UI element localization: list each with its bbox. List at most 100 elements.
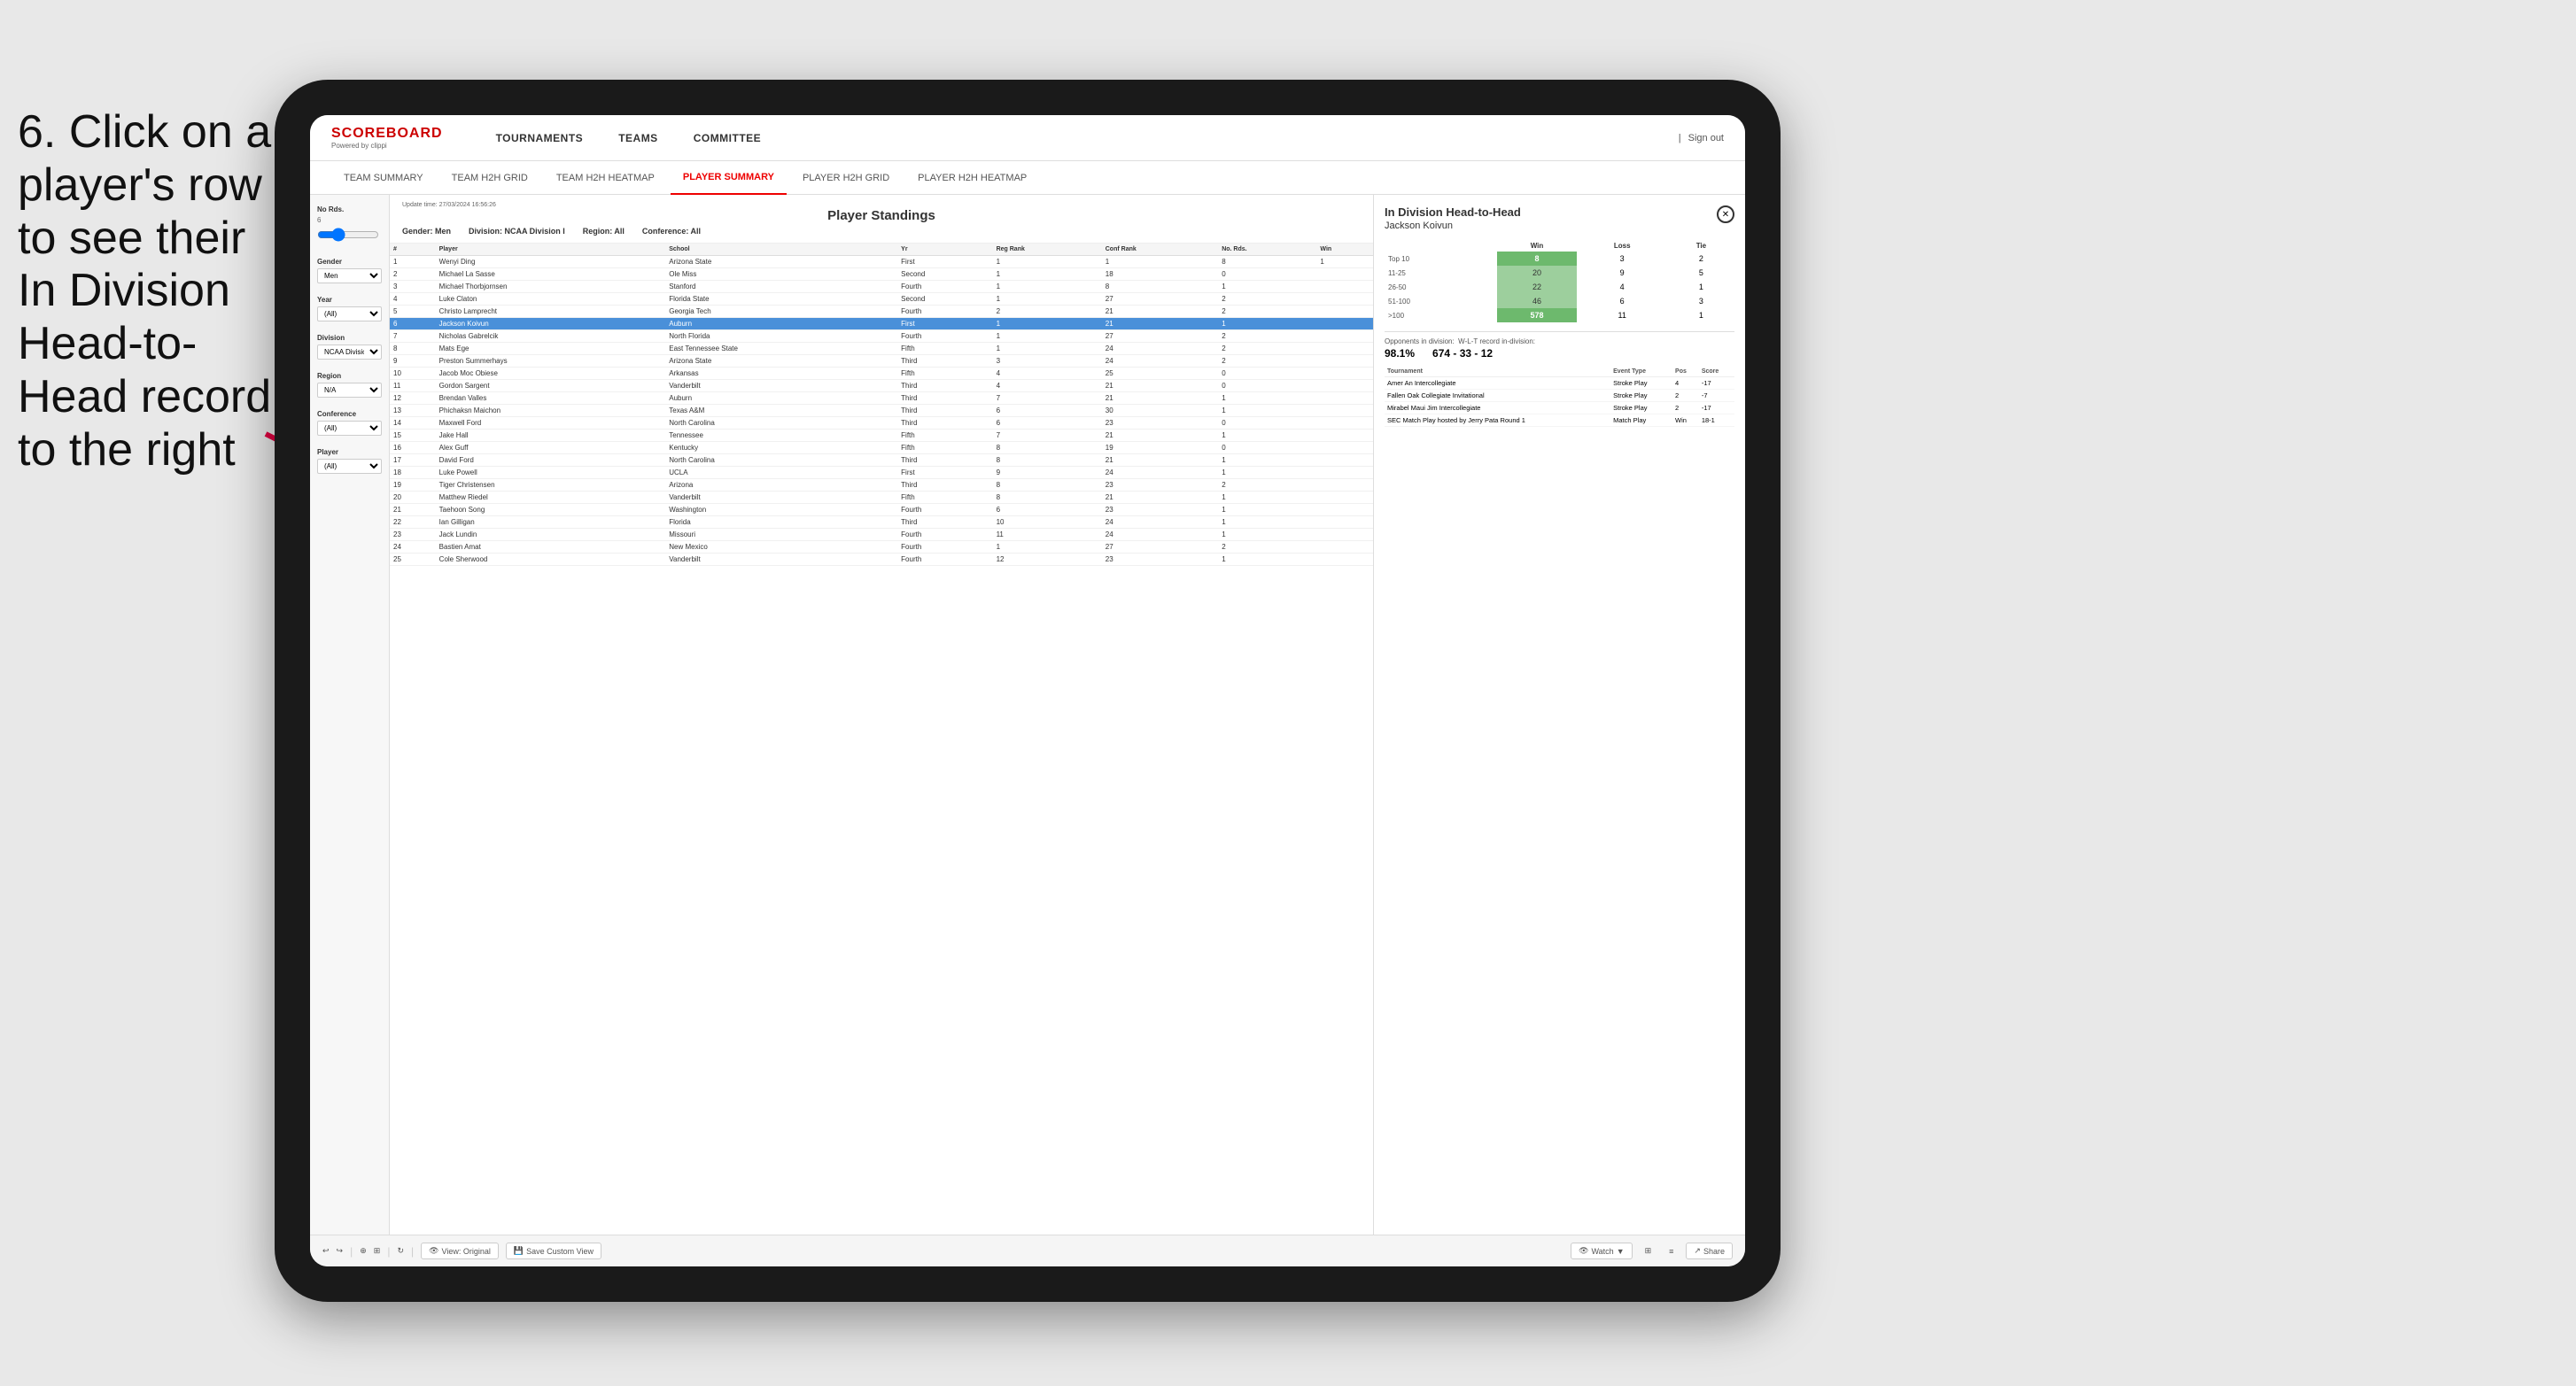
table-row[interactable]: 11 Gordon Sargent Vanderbilt Third 4 21 … [390, 380, 1373, 392]
watch-label: Watch [1592, 1247, 1614, 1256]
table-row[interactable]: 19 Tiger Christensen Arizona Third 8 23 … [390, 479, 1373, 492]
sign-out-link[interactable]: Sign out [1688, 133, 1724, 143]
share-btn[interactable]: ↗ Share [1686, 1243, 1733, 1259]
cell-school: New Mexico [665, 541, 897, 554]
tournament-row[interactable]: Fallen Oak Collegiate Invitational Strok… [1385, 390, 1734, 402]
table-row[interactable]: 25 Cole Sherwood Vanderbilt Fourth 12 23… [390, 554, 1373, 566]
table-row[interactable]: 9 Preston Summerhays Arizona State Third… [390, 355, 1373, 368]
refresh-icon[interactable]: ↻ [397, 1246, 404, 1256]
tablet-screen: SCOREBOARD Powered by clippi TOURNAMENTS… [310, 115, 1745, 1266]
h2h-loss-11-25: 9 [1577, 266, 1668, 280]
cell-reg: 1 [993, 318, 1102, 330]
cell-yr: Fifth [897, 442, 992, 454]
tournament-row[interactable]: Mirabel Maui Jim Intercollegiate Stroke … [1385, 402, 1734, 414]
update-time: Update time: 27/03/2024 16:56:26 [402, 202, 1361, 208]
cell-conf: 24 [1102, 343, 1218, 355]
h2h-row-51-100[interactable]: 51-100 46 6 3 [1385, 294, 1734, 308]
cell-reg: 1 [993, 268, 1102, 281]
cell-win [1316, 330, 1373, 343]
redo-icon[interactable]: ↪ [337, 1246, 344, 1256]
division-select[interactable]: NCAA Division I [317, 345, 382, 360]
watch-btn[interactable]: 👁 Watch ▼ [1571, 1243, 1633, 1259]
table-row[interactable]: 10 Jacob Moc Obiese Arkansas Fifth 4 25 … [390, 368, 1373, 380]
bottom-toolbar: ↩ ↪ | ⊕ ⊞ | ↻ | 👁 View: Original 💾 Save … [310, 1235, 1745, 1266]
cell-num: 11 [390, 380, 436, 392]
table-row[interactable]: 16 Alex Guff Kentucky Fifth 8 19 0 [390, 442, 1373, 454]
h2h-close-button[interactable]: ✕ [1717, 205, 1734, 223]
table-row[interactable]: 21 Taehoon Song Washington Fourth 6 23 1 [390, 504, 1373, 516]
table-row[interactable]: 15 Jake Hall Tennessee Fifth 7 21 1 [390, 430, 1373, 442]
cell-reg: 1 [993, 281, 1102, 293]
table-row[interactable]: 13 Phichaksn Maichon Texas A&M Third 6 3… [390, 405, 1373, 417]
tab-player-summary[interactable]: PLAYER SUMMARY [671, 161, 787, 195]
h2h-row-top10[interactable]: Top 10 8 3 2 [1385, 252, 1734, 266]
table-row[interactable]: 8 Mats Ege East Tennessee State Fifth 1 … [390, 343, 1373, 355]
region-select[interactable]: N/A [317, 383, 382, 398]
tab-player-h2h-heatmap[interactable]: PLAYER H2H HEATMAP [905, 161, 1039, 195]
no-rds-slider[interactable] [317, 228, 379, 242]
table-row[interactable]: 24 Bastien Amat New Mexico Fourth 1 27 2 [390, 541, 1373, 554]
save-custom-btn[interactable]: 💾 Save Custom View [506, 1243, 601, 1259]
no-rds-label: No Rds. [317, 205, 382, 213]
table-row[interactable]: 2 Michael La Sasse Ole Miss Second 1 18 … [390, 268, 1373, 281]
player-select[interactable]: (All) [317, 459, 382, 474]
table-row[interactable]: 3 Michael Thorbjornsen Stanford Fourth 1… [390, 281, 1373, 293]
nav-items: TOURNAMENTS TEAMS COMMITTEE [478, 115, 1679, 161]
paste-icon[interactable]: ⊞ [374, 1246, 381, 1256]
nav-teams[interactable]: TEAMS [601, 115, 676, 161]
tab-player-h2h-grid[interactable]: PLAYER H2H GRID [790, 161, 902, 195]
nav-committee[interactable]: COMMITTEE [676, 115, 780, 161]
h2h-label-100plus: >100 [1385, 308, 1497, 322]
table-row[interactable]: 12 Brendan Valles Auburn Third 7 21 1 [390, 392, 1373, 405]
cell-yr: Fourth [897, 281, 992, 293]
undo-icon[interactable]: ↩ [322, 1246, 330, 1256]
cell-rds: 1 [1218, 554, 1316, 566]
filter-summary-row: Gender: Men Division: NCAA Division I Re… [402, 227, 1361, 236]
cell-school: Texas A&M [665, 405, 897, 417]
table-row[interactable]: 23 Jack Lundin Missouri Fourth 11 24 1 [390, 529, 1373, 541]
table-row[interactable]: 4 Luke Claton Florida State Second 1 27 … [390, 293, 1373, 306]
tab-team-h2h-heatmap[interactable]: TEAM H2H HEATMAP [544, 161, 667, 195]
table-row[interactable]: 18 Luke Powell UCLA First 9 24 1 [390, 467, 1373, 479]
col-school: School [665, 244, 897, 256]
tab-team-summary[interactable]: TEAM SUMMARY [331, 161, 436, 195]
toolbar-icon-2[interactable]: ≡ [1664, 1244, 1679, 1258]
view-original-btn[interactable]: 👁 View: Original [421, 1243, 499, 1259]
pipe-separator: | [1679, 133, 1681, 143]
cell-win [1316, 281, 1373, 293]
table-row[interactable]: 17 David Ford North Carolina Third 8 21 … [390, 454, 1373, 467]
cell-win [1316, 392, 1373, 405]
cell-rds: 1 [1218, 405, 1316, 417]
cell-rds: 0 [1218, 380, 1316, 392]
toolbar-icon-1[interactable]: ⊞ [1640, 1243, 1657, 1258]
h2h-label-11-25: 11-25 [1385, 266, 1497, 280]
table-row[interactable]: 7 Nicholas Gabrelcik North Florida Fourt… [390, 330, 1373, 343]
table-row[interactable]: 20 Matthew Riedel Vanderbilt Fifth 8 21 … [390, 492, 1373, 504]
gender-select[interactable]: Men Women [317, 268, 382, 283]
t-cell-name: Mirabel Maui Jim Intercollegiate [1385, 402, 1610, 414]
tournament-row[interactable]: Amer An Intercollegiate Stroke Play 4 -1… [1385, 377, 1734, 390]
col-yr: Yr [897, 244, 992, 256]
table-row[interactable]: 5 Christo Lamprecht Georgia Tech Fourth … [390, 306, 1373, 318]
tab-team-h2h-grid[interactable]: TEAM H2H GRID [439, 161, 540, 195]
t-cell-pos: 4 [1672, 377, 1699, 390]
h2h-row-100plus[interactable]: >100 578 11 1 [1385, 308, 1734, 322]
table-scroll[interactable]: # Player School Yr Reg Rank Conf Rank No… [390, 244, 1373, 1235]
cell-num: 6 [390, 318, 436, 330]
h2h-loss-top10: 3 [1577, 252, 1668, 266]
cell-school: Arkansas [665, 368, 897, 380]
copy-icon[interactable]: ⊕ [360, 1246, 367, 1256]
nav-tournaments[interactable]: TOURNAMENTS [478, 115, 601, 161]
h2h-row-26-50[interactable]: 26-50 22 4 1 [1385, 280, 1734, 294]
table-row[interactable]: 22 Ian Gilligan Florida Third 10 24 1 [390, 516, 1373, 529]
conference-select[interactable]: (All) [317, 421, 382, 436]
tournament-row[interactable]: SEC Match Play hosted by Jerry Pata Roun… [1385, 414, 1734, 427]
cell-conf: 21 [1102, 492, 1218, 504]
cell-rds: 2 [1218, 330, 1316, 343]
year-select[interactable]: (All) [317, 306, 382, 321]
table-row[interactable]: 6 Jackson Koivun Auburn First 1 21 1 [390, 318, 1373, 330]
h2h-row-11-25[interactable]: 11-25 20 9 5 [1385, 266, 1734, 280]
table-row[interactable]: 1 Wenyi Ding Arizona State First 1 1 8 1 [390, 256, 1373, 268]
cell-num: 15 [390, 430, 436, 442]
table-row[interactable]: 14 Maxwell Ford North Carolina Third 6 2… [390, 417, 1373, 430]
